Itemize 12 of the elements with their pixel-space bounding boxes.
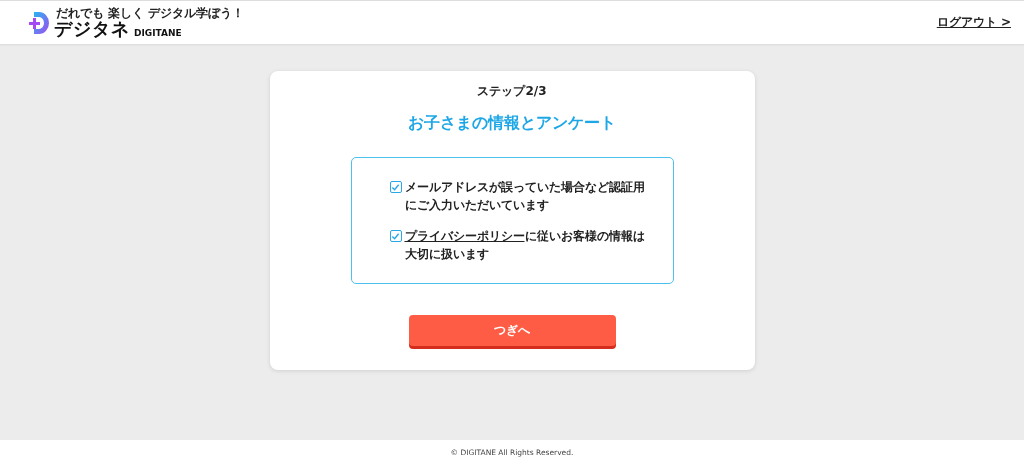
page-title: お子さまの情報とアンケート: [408, 113, 616, 134]
logo-tagline: だれでも 楽しく デジタル学ぼう！: [56, 7, 245, 19]
logout-link[interactable]: ログアウト >: [936, 14, 1011, 31]
logo-name: デジタネ: [54, 20, 130, 38]
logo-icon: [26, 10, 50, 36]
agreement-text: プライバシーポリシーに従いお客様の情報は大切に扱います: [404, 228, 646, 263]
step-indicator: ステップ2/3: [477, 83, 547, 100]
checkbox[interactable]: [389, 181, 402, 193]
checkbox[interactable]: [389, 230, 402, 242]
logo-latin-name: DIGITANE: [134, 29, 182, 38]
privacy-policy-link[interactable]: プライバシーポリシー: [404, 229, 525, 243]
agreement-text: メールアドレスが誤っていた場合など認証用にご入力いただいています: [404, 179, 646, 214]
